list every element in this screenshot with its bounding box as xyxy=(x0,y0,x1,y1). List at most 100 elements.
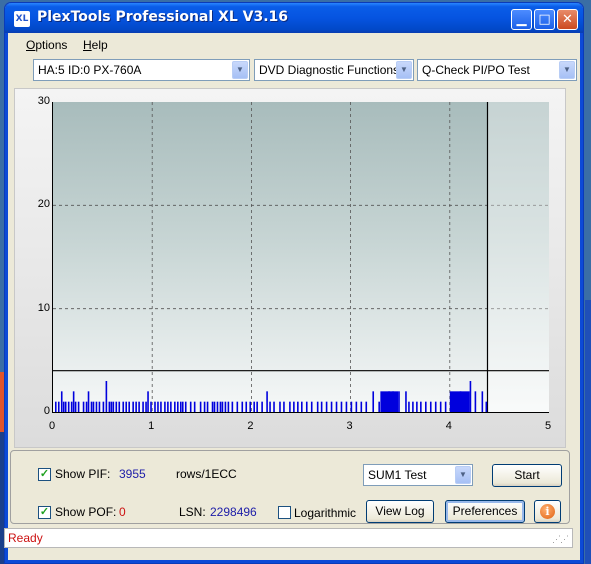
start-button[interactable]: Start xyxy=(492,464,562,487)
x-tick-label: 2 xyxy=(247,420,254,432)
data-bar xyxy=(112,401,115,412)
function-select-value: DVD Diagnostic Functions xyxy=(259,63,400,77)
data-bar xyxy=(261,401,263,412)
checkmark-icon: ✓ xyxy=(39,506,50,518)
data-bar xyxy=(167,401,169,412)
data-bar xyxy=(245,401,248,412)
data-bar xyxy=(122,401,125,412)
chart-svg xyxy=(53,102,549,412)
data-bar xyxy=(469,381,472,412)
data-bar xyxy=(170,401,172,412)
data-bar xyxy=(378,401,380,412)
data-bar xyxy=(420,401,422,412)
menu-options[interactable]: Options xyxy=(26,38,67,52)
data-bar xyxy=(199,401,202,412)
controls-panel: ✓ Show PIF: 3955 rows/1ECC SUM1 Test ▼ S… xyxy=(10,450,570,524)
data-bar xyxy=(181,401,184,412)
data-bar xyxy=(227,401,230,412)
minimize-icon: ▁ xyxy=(516,12,527,27)
app-logo-icon: XL xyxy=(14,11,30,27)
data-bar xyxy=(87,391,90,412)
function-select[interactable]: DVD Diagnostic Functions ▼ xyxy=(254,59,414,81)
data-bar xyxy=(74,401,77,412)
maximize-button[interactable]: □ xyxy=(534,9,555,30)
view-log-button[interactable]: View Log xyxy=(366,500,434,523)
data-bar xyxy=(62,401,65,412)
data-bar xyxy=(273,401,275,412)
data-bar xyxy=(132,401,134,412)
close-button[interactable]: ✕ xyxy=(557,9,578,30)
preferences-button[interactable]: Preferences xyxy=(445,500,525,523)
pi-po-chart xyxy=(52,102,549,413)
info-button[interactable]: i xyxy=(534,500,561,523)
data-bar xyxy=(142,401,144,412)
data-bar xyxy=(128,401,130,412)
y-tick-label: 0 xyxy=(43,405,50,417)
data-bar xyxy=(340,401,343,412)
data-bar xyxy=(434,401,437,412)
menu-help[interactable]: Help xyxy=(83,38,108,52)
test-select[interactable]: Q-Check PI/PO Test ▼ xyxy=(417,59,577,81)
data-bar xyxy=(108,401,111,412)
data-bar xyxy=(160,401,162,412)
chevron-down-icon[interactable]: ▼ xyxy=(232,61,248,79)
data-bar xyxy=(115,401,118,412)
lsn-label: LSN: xyxy=(179,505,206,519)
test-select-value: Q-Check PI/PO Test xyxy=(422,63,530,77)
data-bar xyxy=(102,401,105,412)
test-mode-select[interactable]: SUM1 Test ▼ xyxy=(363,464,473,486)
data-bar xyxy=(224,401,227,412)
data-bar xyxy=(138,401,140,412)
data-bar xyxy=(425,401,427,412)
data-bar xyxy=(92,401,95,412)
data-bar xyxy=(164,401,166,412)
maximize-icon: □ xyxy=(538,12,551,27)
y-tick-label: 30 xyxy=(37,95,50,107)
data-bar xyxy=(444,401,447,412)
title-bar[interactable]: XL PlexTools Professional XL V3.16 ▁ □ ✕ xyxy=(5,3,583,33)
checkmark-icon: ✓ xyxy=(39,468,50,480)
data-bar xyxy=(398,391,400,412)
chevron-down-icon[interactable]: ▼ xyxy=(455,466,471,484)
data-bar xyxy=(485,401,488,412)
data-bar xyxy=(269,401,271,412)
data-bar xyxy=(481,391,484,412)
minimize-button[interactable]: ▁ xyxy=(511,9,532,30)
data-bar xyxy=(310,401,313,412)
data-bar xyxy=(372,391,375,412)
show-pif-label: Show PIF: xyxy=(55,467,111,481)
data-bar xyxy=(203,401,206,412)
data-bar xyxy=(118,401,121,412)
status-text: Ready xyxy=(8,531,43,545)
show-pif-checkbox[interactable]: ✓ xyxy=(38,468,51,481)
lsn-value: 2298496 xyxy=(210,505,257,519)
data-bar xyxy=(429,401,432,412)
data-bar xyxy=(256,401,258,412)
data-bar xyxy=(293,401,295,412)
chevron-down-icon[interactable]: ▼ xyxy=(559,61,575,79)
data-bar xyxy=(145,401,147,412)
data-bar-cluster xyxy=(380,391,399,412)
data-bar xyxy=(193,401,196,412)
chevron-down-icon[interactable]: ▼ xyxy=(396,61,412,79)
data-bar xyxy=(184,401,187,412)
data-bar xyxy=(405,391,407,412)
data-bar xyxy=(297,401,299,412)
data-bar xyxy=(85,401,88,412)
data-bar xyxy=(316,401,319,412)
data-bar xyxy=(213,401,216,412)
desktop-fragment xyxy=(585,300,591,564)
y-tick-label: 20 xyxy=(37,198,50,211)
resize-grip-icon[interactable]: ⋰⋰ xyxy=(552,534,569,545)
data-bar xyxy=(241,401,244,412)
data-bar xyxy=(330,401,333,412)
show-pof-checkbox[interactable]: ✓ xyxy=(38,506,51,519)
data-bar xyxy=(408,401,410,412)
logarithmic-checkbox[interactable] xyxy=(278,506,291,519)
drive-select[interactable]: HA:5 ID:0 PX-760A ▼ xyxy=(33,59,250,81)
data-bar xyxy=(60,391,63,412)
data-bar xyxy=(82,401,85,412)
data-bar xyxy=(125,401,128,412)
data-bar xyxy=(283,401,285,412)
data-bar xyxy=(135,401,137,412)
